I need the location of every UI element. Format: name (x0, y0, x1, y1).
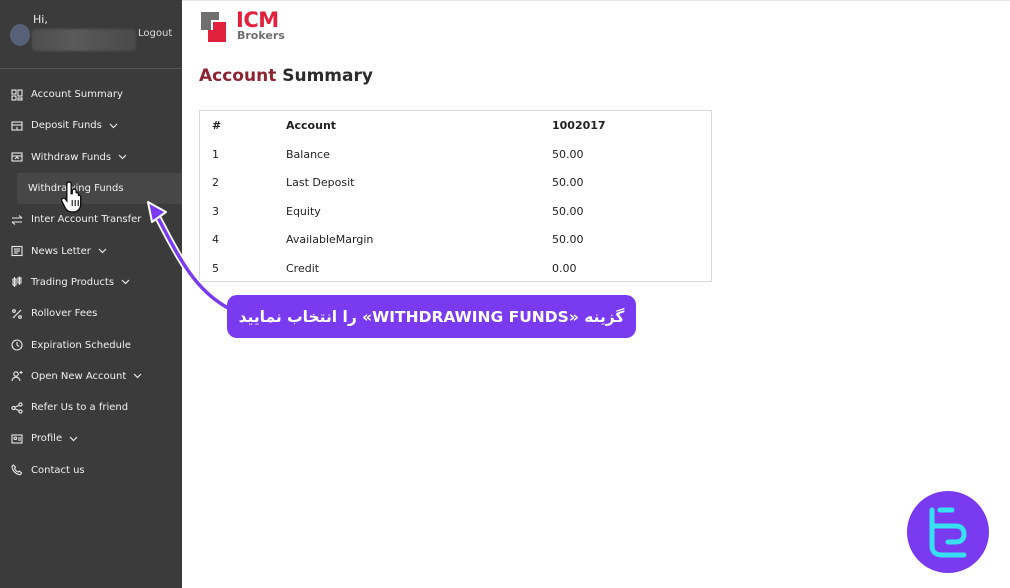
blurred-username (32, 29, 136, 51)
column-header-index: # (212, 119, 222, 132)
top-border (182, 0, 1010, 1)
grid-icon (10, 88, 23, 101)
chevron-down-icon (118, 154, 127, 160)
sidebar-item-withdraw-funds[interactable]: Withdraw Funds (0, 142, 182, 173)
table-row: 4 AvailableMargin 50.00 (200, 225, 711, 253)
avatar (10, 24, 30, 46)
chevron-down-icon (121, 279, 130, 285)
row-label: Last Deposit (286, 176, 355, 189)
share-icon (10, 401, 23, 414)
row-value: 50.00 (552, 204, 584, 218)
row-value: 0.00 (552, 261, 577, 275)
transfer-icon (10, 213, 23, 226)
brand-badge-icon (907, 491, 989, 573)
row-label: AvailableMargin (286, 233, 374, 246)
row-label: Credit (286, 261, 320, 275)
greeting: Hi, (33, 13, 48, 26)
divider (0, 68, 182, 69)
sidebar-item-label: Contact us (31, 464, 85, 476)
sidebar-item-deposit-funds[interactable]: Deposit Funds (0, 110, 182, 141)
row-value: 50.00 (552, 147, 584, 161)
row-value: 50.00 (552, 233, 584, 246)
page-title-rest: Summary (276, 66, 373, 86)
sidebar-item-profile[interactable]: Profile (0, 423, 182, 454)
column-header-account: Account (286, 119, 337, 132)
sidebar-item-contact-us[interactable]: Contact us (0, 455, 182, 486)
row-index: 1 (212, 147, 219, 161)
sidebar-item-news-letter[interactable]: News Letter (0, 235, 182, 266)
chevron-down-icon (98, 248, 107, 254)
sidebar-item-label: Trading Products (31, 276, 115, 288)
row-label: Equity (286, 204, 321, 218)
sidebar-item-label: Withdraw Funds (31, 151, 112, 163)
newsletter-icon (10, 245, 23, 258)
chevron-down-icon (133, 373, 142, 379)
withdraw-icon (10, 151, 23, 164)
table-row: 5 Credit 0.00 (200, 254, 711, 282)
logout-link[interactable]: Logout (138, 28, 172, 39)
candles-icon (10, 276, 23, 289)
account-summary-table: # Account 1002017 1 Balance 50.00 2 Last… (199, 110, 712, 282)
sidebar-item-label: Profile (31, 433, 63, 445)
table-row: 3 Equity 50.00 (200, 197, 711, 225)
sidebar-item-inter-account-transfer[interactable]: Inter Account Transfer (0, 204, 182, 235)
sidebar-item-label: Inter Account Transfer (31, 214, 142, 226)
phone-icon (10, 464, 23, 477)
row-index: 4 (212, 233, 219, 246)
add-user-icon (10, 370, 23, 383)
sidebar-item-label: Rollover Fees (31, 308, 98, 320)
site-badge (906, 490, 990, 574)
chevron-down-icon (109, 123, 118, 129)
percent-icon (10, 307, 23, 320)
sidebar-item-label: Account Summary (31, 89, 123, 101)
row-index: 5 (212, 261, 219, 275)
sidebar-item-expiration-schedule[interactable]: Expiration Schedule (0, 329, 182, 360)
deposit-icon (10, 119, 23, 132)
sidebar-item-trading-products[interactable]: Trading Products (0, 267, 182, 298)
icm-brokers-logo[interactable]: ICM Brokers (200, 8, 290, 44)
sidebar-item-label: Expiration Schedule (31, 339, 131, 351)
sidebar-item-rollover-fees[interactable]: Rollover Fees (0, 298, 182, 329)
sidebar-item-label: News Letter (31, 245, 91, 257)
profile-icon (10, 432, 23, 445)
table-header-row: # Account 1002017 (200, 111, 711, 139)
row-index: 2 (212, 176, 219, 189)
sidebar-item-refer-a-friend[interactable]: Refer Us to a friend (0, 392, 182, 423)
user-panel: Hi, Logout (0, 0, 182, 60)
row-index: 3 (212, 204, 219, 218)
sidebar-item-account-summary[interactable]: Account Summary (0, 79, 182, 110)
logo-subtext: Brokers (237, 29, 285, 42)
sidebar-item-label: Deposit Funds (31, 120, 102, 132)
table-row: 1 Balance 50.00 (200, 140, 711, 168)
row-label: Balance (286, 147, 330, 161)
sidebar-item-open-new-account[interactable]: Open New Account (0, 361, 182, 392)
table-row: 2 Last Deposit 50.00 (200, 168, 711, 196)
page-title-accent: Account (199, 66, 277, 86)
main-content: ICM Brokers Account Summary # Account 10… (182, 0, 1010, 588)
hand-cursor-icon (60, 181, 82, 213)
column-header-account-number: 1002017 (552, 119, 606, 132)
row-value: 50.00 (552, 176, 584, 189)
clock-icon (10, 339, 23, 352)
chevron-down-icon (69, 436, 78, 442)
sidebar-nav: Account Summary Deposit Funds Withdraw F… (0, 79, 182, 486)
page-title: Account Summary (199, 66, 373, 86)
sidebar-subitem-withdrawing-funds[interactable]: Withdrawing Funds (17, 172, 182, 205)
instruction-callout: گزینه «WITHDRAWING FUNDS» را انتخاب نمای… (227, 295, 636, 338)
sidebar-item-label: Refer Us to a friend (31, 402, 129, 414)
sidebar: Hi, Logout Account Summary Deposit Funds… (0, 0, 182, 588)
sidebar-item-label: Open New Account (31, 370, 127, 382)
